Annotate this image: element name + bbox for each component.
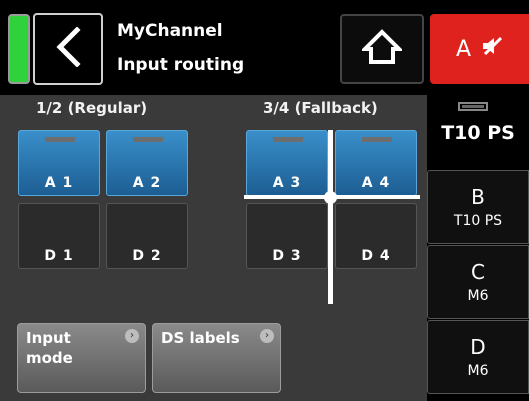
channel-name: B: [471, 185, 485, 209]
regular-group-title: 1/2 (Regular): [36, 99, 148, 117]
tile-indicator: [133, 137, 163, 142]
tile-indicator: [45, 137, 75, 142]
level-meter: [8, 14, 30, 84]
chevron-right-icon: ›: [260, 329, 274, 343]
speaker-mute-icon: [481, 36, 503, 62]
input-tile-d4[interactable]: D 4: [335, 203, 417, 269]
battery-icon: [458, 102, 488, 111]
mute-button[interactable]: A: [430, 14, 529, 84]
title-area: MyChannel Input routing: [117, 20, 244, 76]
home-button[interactable]: [340, 14, 424, 84]
current-device-type: T10 PS: [441, 122, 515, 144]
input-tile-a1[interactable]: A 1: [18, 130, 100, 196]
input-mode-button[interactable]: Input mode ›: [17, 323, 146, 393]
input-tile-a3[interactable]: A 3: [246, 130, 328, 196]
input-tile-d3[interactable]: D 3: [246, 203, 328, 269]
back-button[interactable]: [33, 13, 103, 85]
channel-name: C: [471, 260, 485, 284]
tile-label: A 4: [361, 175, 391, 191]
channel-name: D: [470, 335, 486, 359]
back-arrow-icon: [55, 26, 81, 71]
fallback-cross-vertical: [328, 130, 333, 304]
ds-labels-label: DS labels: [161, 329, 240, 347]
page-title: MyChannel: [117, 21, 223, 41]
input-mode-label: Input mode: [26, 329, 73, 367]
channel-tab-d[interactable]: D M6: [427, 320, 529, 394]
ds-labels-button[interactable]: DS labels ›: [152, 323, 281, 393]
channel-tab-c[interactable]: C M6: [427, 245, 529, 319]
tile-label: A 2: [132, 175, 162, 191]
input-tile-a4[interactable]: A 4: [335, 130, 417, 196]
channel-type: T10 PS: [453, 213, 503, 229]
chevron-right-icon: ›: [125, 329, 139, 343]
fallback-group-title: 3/4 (Fallback): [263, 99, 378, 117]
channel-type: M6: [467, 288, 489, 304]
tile-indicator: [362, 137, 392, 142]
home-icon: [360, 29, 404, 69]
tile-label: D 2: [132, 248, 162, 264]
channel-type: M6: [467, 363, 489, 379]
tile-indicator: [273, 137, 303, 142]
input-tile-d1[interactable]: D 1: [18, 203, 100, 269]
input-tile-d2[interactable]: D 2: [106, 203, 188, 269]
routing-panel: 1/2 (Regular) 3/4 (Fallback) A 1 A 2 A 3…: [0, 95, 427, 401]
channel-tab-b[interactable]: B T10 PS: [427, 170, 529, 244]
tile-label: D 1: [44, 248, 74, 264]
tile-label: D 4: [361, 248, 391, 264]
tile-label: D 3: [272, 248, 302, 264]
tile-label: A 3: [272, 175, 302, 191]
header-bar: MyChannel Input routing A: [0, 0, 529, 92]
channel-sidebar: T10 PS B T10 PS C M6 D M6: [427, 92, 529, 401]
page-subtitle: Input routing: [117, 55, 245, 75]
mute-channel-label: A: [455, 36, 472, 62]
fallback-cross-dot: [324, 191, 337, 204]
input-tile-a2[interactable]: A 2: [106, 130, 188, 196]
tile-label: A 1: [44, 175, 74, 191]
